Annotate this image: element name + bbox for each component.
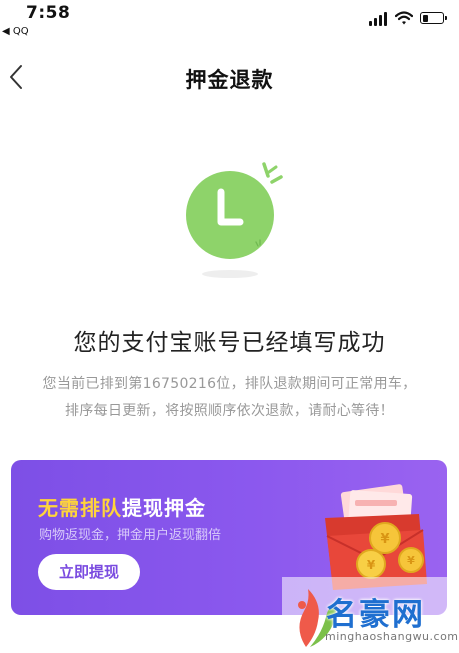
queue-info-line-2: 排序每日更新，将按照顺序依次退款，请耐心等待！ <box>65 403 394 419</box>
nav-bar: 押金退款 <box>0 52 459 102</box>
svg-text:¥: ¥ <box>407 554 415 567</box>
status-time: 7:58 <box>26 3 71 23</box>
promo-title-highlight: 无需排队 <box>38 496 122 520</box>
signal-icon <box>369 12 389 26</box>
back-to-app-link[interactable]: ◀ QQ <box>2 26 29 37</box>
queue-info-line-1: 您当前已排到第16750216位，排队退款期间可正常用车， <box>42 376 417 392</box>
svg-text:¥: ¥ <box>380 532 389 547</box>
battery-icon <box>420 12 447 24</box>
promo-subtitle: 购物返现金，押金用户返现翻倍 <box>39 528 222 543</box>
wifi-icon <box>395 11 413 25</box>
page-title: 押金退款 <box>185 68 274 92</box>
watermark-url: minghaoshangwu.com <box>325 630 459 643</box>
withdraw-now-button[interactable]: 立即提现 <box>38 554 140 590</box>
promo-title: 无需排队提现押金 <box>38 492 206 521</box>
svg-text:¥: ¥ <box>367 558 376 572</box>
status-bar: 7:58 ◀ QQ <box>0 0 459 44</box>
success-message-title: 您的支付宝账号已经填写成功 <box>73 330 386 356</box>
promo-title-rest: 提现押金 <box>122 496 206 520</box>
clock-success-icon <box>186 162 283 278</box>
watermark-text: 名豪网 <box>326 597 425 633</box>
